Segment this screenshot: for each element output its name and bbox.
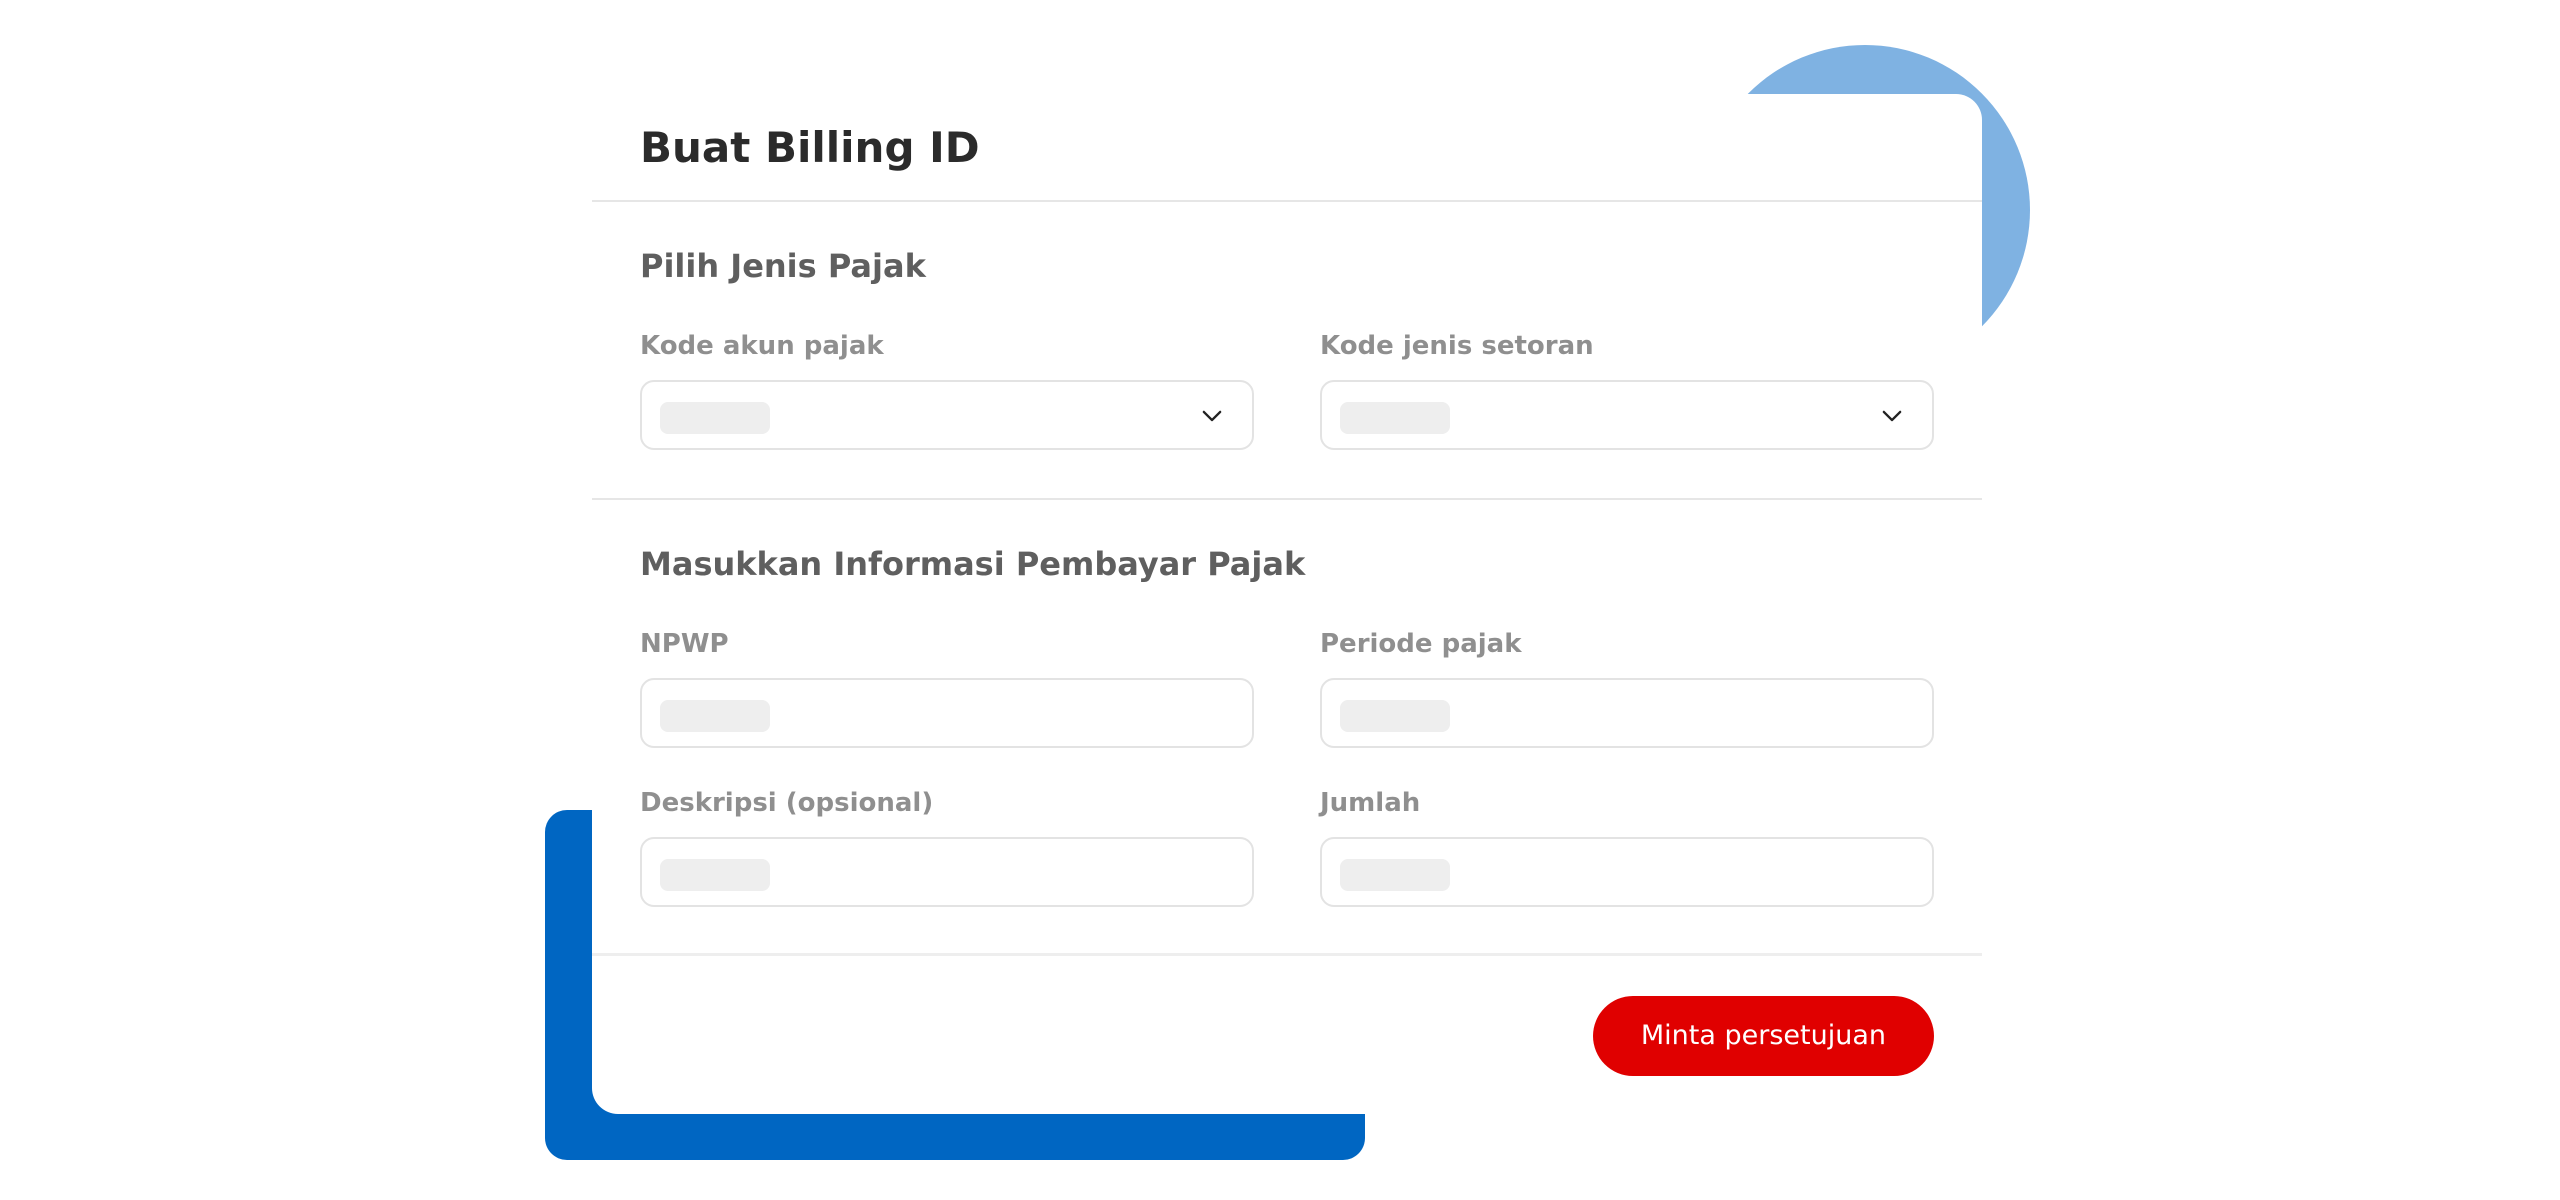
- payer-info-section: Masukkan Informasi Pembayar Pajak NPWP P…: [592, 500, 1982, 956]
- tax-account-code-select[interactable]: [640, 380, 1254, 450]
- tax-type-section: Pilih Jenis Pajak Kode akun pajak Kode j…: [592, 202, 1982, 500]
- amount-label: Jumlah: [1320, 788, 1421, 818]
- chevron-down-icon: [1882, 410, 1902, 422]
- value-placeholder: [660, 402, 770, 434]
- npwp-label: NPWP: [640, 629, 729, 659]
- card-header: Buat Billing ID: [592, 94, 1982, 202]
- section-title-tax-type: Pilih Jenis Pajak: [640, 247, 926, 285]
- description-input[interactable]: [640, 837, 1254, 907]
- tax-period-label: Periode pajak: [1320, 629, 1522, 659]
- description-label: Deskripsi (opsional): [640, 788, 934, 818]
- section-title-payer-info: Masukkan Informasi Pembayar Pajak: [640, 545, 1306, 583]
- npwp-input[interactable]: [640, 678, 1254, 748]
- value-placeholder: [660, 859, 770, 891]
- deposit-type-code-select[interactable]: [1320, 380, 1934, 450]
- chevron-down-icon: [1202, 410, 1222, 422]
- amount-input[interactable]: [1320, 837, 1934, 907]
- page-title: Buat Billing ID: [640, 123, 980, 172]
- tax-period-input[interactable]: [1320, 678, 1934, 748]
- request-approval-button[interactable]: Minta persetujuan: [1592, 996, 1934, 1076]
- billing-form-card: Buat Billing ID Pilih Jenis Pajak Kode a…: [592, 94, 1982, 1114]
- value-placeholder: [1340, 402, 1450, 434]
- value-placeholder: [1340, 700, 1450, 732]
- deposit-type-code-label: Kode jenis setoran: [1320, 331, 1594, 361]
- value-placeholder: [1340, 859, 1450, 891]
- value-placeholder: [660, 700, 770, 732]
- tax-account-code-label: Kode akun pajak: [640, 331, 884, 361]
- form-footer: Minta persetujuan: [592, 956, 1982, 1114]
